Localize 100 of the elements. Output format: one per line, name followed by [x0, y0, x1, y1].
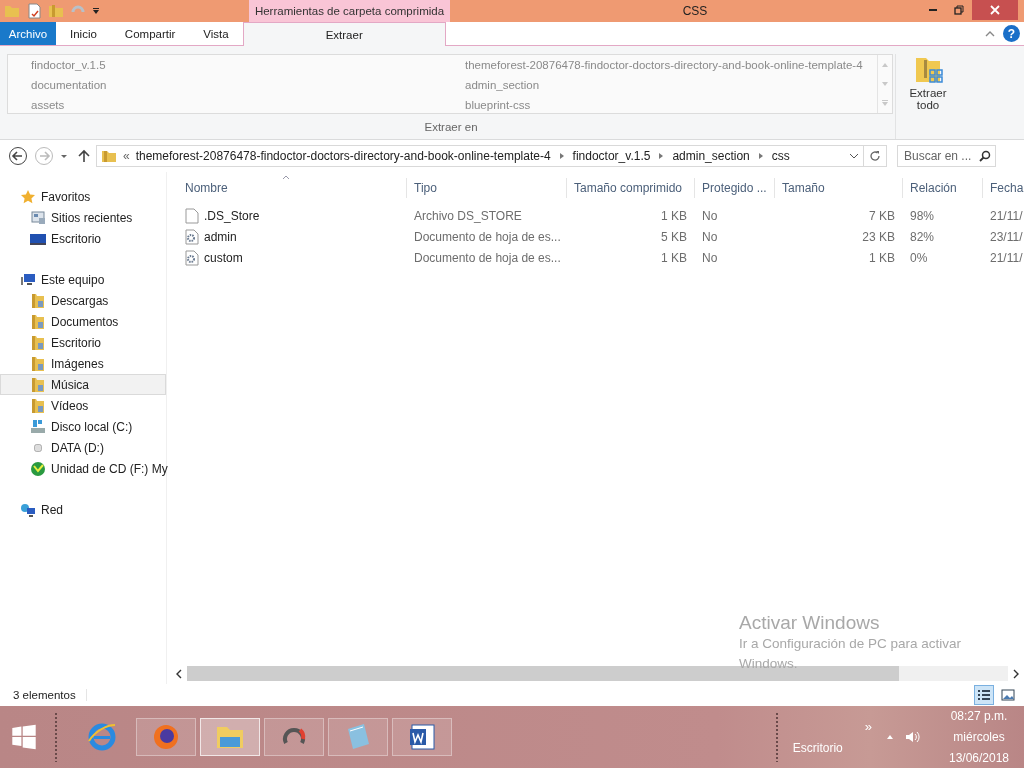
nav-item[interactable]: Favoritos: [0, 186, 166, 207]
dropdown-icon[interactable]: [92, 7, 100, 15]
folder-icon: [30, 334, 46, 351]
table-cell: 21/11/: [990, 208, 1023, 223]
close-button[interactable]: [972, 0, 1018, 20]
dropdown-icon[interactable]: [849, 152, 859, 160]
table-cell: 7 KB: [869, 208, 895, 223]
group-label: Extraer en: [423, 121, 479, 133]
folder-icon: [101, 148, 117, 164]
table-cell: Documento de hoja de es...: [414, 250, 561, 265]
table-cell: Documento de hoja de es...: [414, 229, 561, 244]
column-header[interactable]: Protegido ...: [702, 181, 767, 195]
volume-icon[interactable]: [904, 729, 920, 745]
folder-icon: [30, 313, 46, 330]
disc-icon: [30, 460, 46, 477]
activation-title: Activar Windows: [739, 612, 881, 634]
taskbar-app[interactable]: [264, 718, 324, 756]
table-cell: 5 KB: [661, 229, 687, 244]
file-name[interactable]: .DS_Store: [204, 208, 260, 223]
file-icon: [185, 249, 199, 266]
column-header[interactable]: Nombre: [185, 181, 228, 195]
nav-item[interactable]: Red: [0, 499, 166, 520]
location-item[interactable]: assets: [31, 96, 465, 116]
table-cell: 82%: [910, 229, 935, 244]
refresh-button[interactable]: [863, 145, 887, 167]
computer-icon: [20, 271, 36, 288]
scrollbar-thumb[interactable]: [187, 666, 899, 681]
chevron-icon[interactable]: [558, 152, 565, 160]
column-header[interactable]: Tamaño: [782, 181, 825, 195]
recent-locations-icon[interactable]: [60, 152, 68, 160]
nav-item[interactable]: DATA (D:): [0, 437, 166, 458]
nav-item[interactable]: Disco local (C:): [0, 416, 166, 437]
column-header[interactable]: Tamaño comprimido: [574, 181, 683, 195]
table-cell: No: [702, 250, 718, 265]
table-cell: 1 KB: [869, 250, 895, 265]
search-field[interactable]: Buscar en ...: [897, 145, 996, 167]
ribbon-tab[interactable]: Extraer: [242, 22, 446, 46]
clock-day: miércoles: [953, 730, 1005, 744]
file-icon: [185, 228, 199, 245]
tray-caret-icon[interactable]: [886, 734, 894, 740]
column-header[interactable]: Relación: [910, 181, 957, 195]
activation-text: Ir a Configuración de PC para activar Windows.: [739, 635, 963, 673]
nav-item[interactable]: Este equipo: [0, 269, 166, 290]
table-cell: Archivo DS_STORE: [414, 208, 522, 223]
window-title: CSS: [682, 4, 708, 18]
nav-item[interactable]: Unidad de CD (F:) My: [0, 458, 166, 479]
contextual-tab-header: Herramientas de carpeta comprimida: [249, 0, 450, 22]
folder-icon: [30, 292, 46, 309]
nav-item[interactable]: Escritorio: [0, 228, 166, 249]
nav-item[interactable]: Imágenes: [0, 353, 166, 374]
address-field[interactable]: « themeforest-20876478-findoctor-doctors-directory-and-book-online-template-4 findoctor_v.1.5 admin_section css: [96, 145, 864, 167]
collapse-ribbon-icon[interactable]: [985, 30, 995, 37]
help-button[interactable]: ?: [1003, 25, 1020, 42]
file-name[interactable]: admin: [204, 229, 237, 244]
nav-item[interactable]: Escritorio: [0, 332, 166, 353]
ribbon-tab[interactable]: Inicio: [56, 22, 111, 45]
nav-item[interactable]: Documentos: [0, 311, 166, 332]
back-icon[interactable]: [8, 146, 28, 166]
e-logo-icon: [86, 721, 118, 753]
properties-icon[interactable]: [26, 3, 42, 19]
table-cell: 1 KB: [661, 250, 687, 265]
item-count: 3 elementos: [13, 689, 87, 701]
column-header[interactable]: Fecha: [990, 181, 1024, 195]
clock-time: 08:27 p.m.: [950, 709, 1008, 723]
minimize-icon: [929, 9, 937, 11]
nav-item[interactable]: Música: [0, 374, 166, 395]
start-icon: [11, 724, 37, 750]
ribbon-tab[interactable]: Archivo: [0, 22, 56, 45]
table-cell: 23 KB: [862, 229, 895, 244]
table-cell: No: [702, 229, 718, 244]
scroll-left-icon[interactable]: [175, 668, 183, 679]
restore-icon: [954, 5, 964, 15]
scroll-right-icon[interactable]: [1012, 668, 1020, 679]
taskbar-app[interactable]: [136, 718, 196, 756]
ribbon-tab[interactable]: Vista: [189, 22, 243, 45]
chevron-icon[interactable]: [757, 152, 764, 160]
network-icon: [20, 501, 36, 518]
extract-all-button[interactable]: Extraer todo: [904, 54, 952, 120]
sort-caret-icon: [282, 175, 290, 180]
details-view-icon[interactable]: [974, 685, 994, 705]
table-cell: 21/11/: [990, 250, 1023, 265]
disk-icon: [30, 418, 46, 435]
nav-item[interactable]: Vídeos: [0, 395, 166, 416]
folder-icon: [30, 376, 46, 393]
file-icon: [185, 207, 199, 224]
folder-icon: [30, 397, 46, 414]
ribbon-tab[interactable]: Compartir: [110, 22, 190, 45]
star-icon: [20, 188, 36, 205]
search-icon: [979, 150, 991, 162]
chevron-icon[interactable]: [658, 152, 665, 160]
taskbar-app[interactable]: [392, 718, 452, 756]
nav-item[interactable]: Descargas: [0, 290, 166, 311]
nav-item[interactable]: Sitios recientes: [0, 207, 166, 228]
up-arrow-icon[interactable]: [78, 149, 90, 163]
clock-date: 13/06/2018: [948, 751, 1010, 765]
table-cell: No: [702, 208, 718, 223]
table-cell: 1 KB: [661, 208, 687, 223]
file-name[interactable]: custom: [204, 250, 243, 265]
column-header[interactable]: Tipo: [414, 181, 437, 195]
table-cell: 98%: [910, 208, 935, 223]
